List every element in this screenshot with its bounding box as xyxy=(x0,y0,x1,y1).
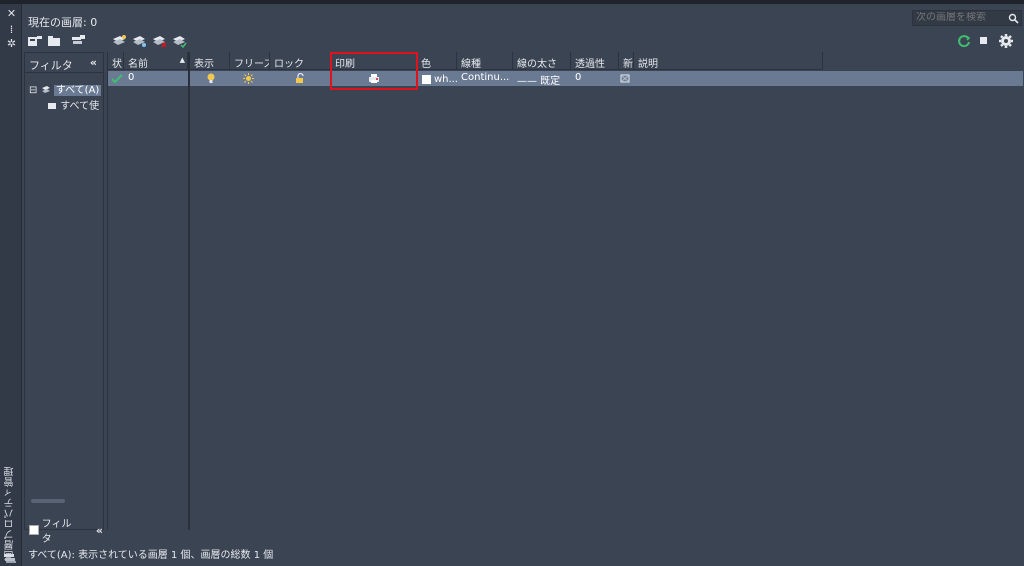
search-icon xyxy=(1008,13,1019,24)
col-name[interactable]: 名前 ▲ xyxy=(124,52,188,70)
filter-folder-icon xyxy=(48,103,56,109)
close-icon[interactable]: ✕ xyxy=(5,8,18,20)
palette-side-bar: ✕ ⁞ ✲ 画層プロパティ管理 xyxy=(0,4,22,566)
tree-node-used-label: すべて使 xyxy=(60,101,100,112)
color-swatch xyxy=(422,74,431,84)
layer-search-box[interactable] xyxy=(912,10,1022,26)
invert-filter-checkbox[interactable] xyxy=(29,525,39,535)
color-cell[interactable]: wh... xyxy=(418,71,458,86)
frozen-column-divider xyxy=(188,52,190,530)
linetype-cell[interactable]: Continu... xyxy=(457,71,513,86)
delete-layer-icon[interactable] xyxy=(151,34,167,48)
col-on[interactable]: 表示 xyxy=(190,52,230,70)
col-lineweight[interactable]: 線の太さ xyxy=(513,52,571,70)
layer-list-grid: 状 名前 ▲ 表示 フリーズ ロック 印刷 色 線種 線の太さ 透過性 新 説明… xyxy=(107,52,1023,530)
sort-ascending-icon: ▲ xyxy=(179,56,185,64)
settings-gear-icon[interactable] xyxy=(998,33,1014,49)
new-vp-freeze-icon[interactable] xyxy=(619,73,631,84)
col-transparency[interactable]: 透過性 xyxy=(571,52,619,70)
filter-tree-panel: フィルタ « ⊟ すべて(A) すべて使 フィルタ « xyxy=(24,52,104,545)
autohide-icon[interactable]: ⁞ xyxy=(5,24,18,36)
col-color[interactable]: 色 xyxy=(417,52,457,70)
col-description[interactable]: 説明 xyxy=(634,52,823,70)
filter-header: フィルタ « xyxy=(25,53,103,73)
filter-title: フィルタ xyxy=(29,59,73,72)
col-name-label: 名前 xyxy=(128,59,148,70)
display-option-icon[interactable] xyxy=(979,34,989,46)
tree-node-used[interactable]: すべて使 xyxy=(47,97,99,112)
col-linetype[interactable]: 線種 xyxy=(457,52,513,70)
set-current-icon[interactable] xyxy=(171,34,187,48)
new-group-filter-icon[interactable] xyxy=(47,34,63,48)
layer-name-cell[interactable]: 0 xyxy=(124,71,186,86)
invert-collapse-button[interactable]: « xyxy=(96,524,103,537)
tree-node-all-label: すべて(A) xyxy=(53,85,102,96)
unlocked-icon[interactable] xyxy=(295,73,305,84)
current-layer-check-icon xyxy=(111,74,123,84)
col-lock[interactable]: ロック xyxy=(270,52,331,70)
title-strip xyxy=(0,0,1024,4)
layer-search-input[interactable] xyxy=(916,12,1006,23)
new-layer-frozen-icon[interactable] xyxy=(131,34,147,48)
layer-manager-icon xyxy=(4,554,16,563)
new-property-filter-icon[interactable] xyxy=(27,34,43,48)
current-layer-label: 現在の画層: 0 xyxy=(28,16,98,29)
transparency-cell[interactable]: 0 xyxy=(571,71,619,86)
properties-icon[interactable]: ✲ xyxy=(5,38,18,50)
palette-title: 画層プロパティ管理 xyxy=(5,466,16,561)
lineweight-cell[interactable]: —— 既定 xyxy=(513,71,571,86)
lightbulb-on-icon[interactable] xyxy=(206,73,216,84)
table-row[interactable]: 0 wh... Continu... —— 既定 0 xyxy=(108,71,1023,86)
tree-node-all[interactable]: ⊟ すべて(A) xyxy=(29,81,102,96)
layer-filter-icon xyxy=(41,86,50,93)
color-value: wh... xyxy=(433,73,458,85)
new-layer-icon[interactable] xyxy=(111,34,127,48)
status-bar: すべて(A): 表示されている画層 1 個、画層の総数 1 個 xyxy=(28,550,274,561)
invert-filter-row: フィルタ « xyxy=(29,515,103,545)
grid-header: 状 名前 ▲ 表示 フリーズ ロック 印刷 色 線種 線の太さ 透過性 新 説明 xyxy=(108,52,823,70)
sun-thawed-icon[interactable] xyxy=(243,73,254,84)
plot-column-highlight xyxy=(330,52,418,90)
collapse-filter-button[interactable]: « xyxy=(90,56,97,69)
filter-scrollbar[interactable] xyxy=(31,499,65,503)
invert-filter-label: フィルタ xyxy=(41,519,72,545)
col-status[interactable]: 状 xyxy=(108,52,124,70)
layer-states-manager-icon[interactable] xyxy=(70,34,86,48)
refresh-icon[interactable] xyxy=(957,34,971,48)
expand-icon[interactable]: ⊟ xyxy=(29,85,37,96)
col-freeze[interactable]: フリーズ xyxy=(230,52,270,70)
col-new-vp-freeze[interactable]: 新 xyxy=(619,52,634,70)
